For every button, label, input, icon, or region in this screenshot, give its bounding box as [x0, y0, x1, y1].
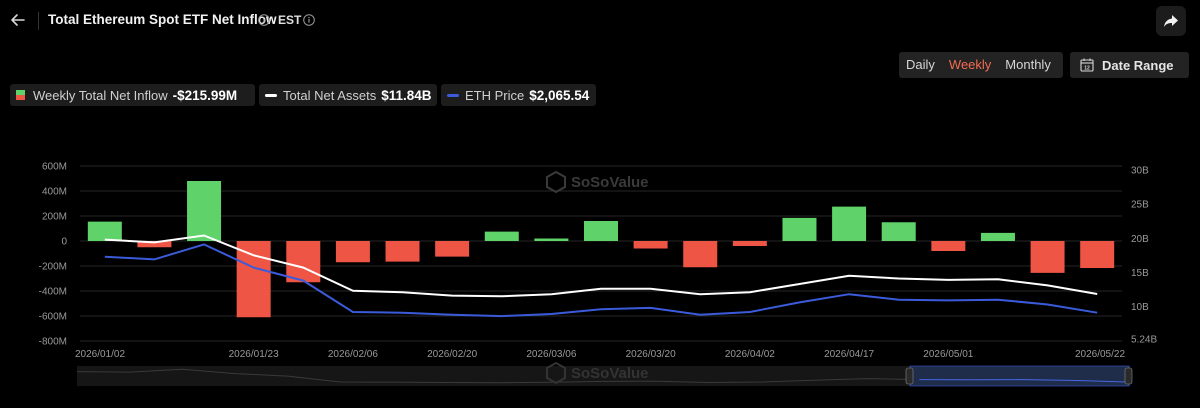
legend-label: Weekly Total Net Inflow — [33, 87, 168, 103]
navigator-window[interactable] — [909, 365, 1130, 387]
inflow-bars — [87, 181, 1115, 318]
y-tick-label-left: 400M — [42, 187, 67, 198]
y-tick-label-right: 5.24B — [1131, 335, 1157, 346]
inflow-bar — [1030, 241, 1065, 273]
inflow-bar — [980, 232, 1015, 241]
legend-value: $11.84B — [381, 87, 432, 103]
share-arrow-icon — [1164, 15, 1178, 27]
x-tick-label: 2026/05/01 — [923, 349, 973, 360]
inflow-bar — [584, 221, 618, 241]
inflow-bar — [931, 241, 966, 251]
inflow-bar — [87, 221, 122, 241]
inflow-bar — [286, 241, 321, 283]
navigator-right-handle[interactable] — [1124, 367, 1133, 385]
x-tick-label: 2026/01/23 — [229, 349, 279, 360]
inflow-bar — [385, 241, 420, 262]
x-tick-label: 2026/01/02 — [75, 349, 125, 360]
inflow-bar — [534, 238, 569, 241]
inflow-bar — [782, 217, 817, 241]
watermark-text: SoSoValue — [571, 174, 649, 191]
period-monthly[interactable]: Monthly — [998, 52, 1058, 78]
inflow-bar — [335, 241, 370, 263]
x-tick-label: 2026/04/02 — [725, 349, 775, 360]
timezone-info-icon[interactable] — [303, 14, 315, 26]
y-tick-label-right: 10B — [1131, 302, 1149, 313]
inflow-bar — [435, 241, 470, 257]
inflow-bar — [236, 241, 271, 318]
arrow-left-icon — [11, 14, 25, 26]
y-tick-label-left: 200M — [42, 212, 67, 223]
legend-label: Total Net Assets — [283, 87, 377, 103]
legend-eth-price[interactable]: ETH Price $2,065.54 — [441, 84, 596, 106]
grid-lines — [80, 165, 1122, 342]
x-tick-label: 2026/05/22 — [1075, 349, 1125, 360]
top-bar: Total Ethereum Spot ETF Net Inflow EST — [0, 0, 1200, 44]
y-tick-label-right: 20B — [1131, 234, 1149, 245]
calendar-icon: 12 — [1080, 58, 1094, 72]
y-tick-label-right: 15B — [1131, 268, 1149, 279]
bar-swatch-icon — [16, 90, 25, 100]
period-daily[interactable]: Daily — [899, 52, 942, 78]
timezone-label: EST — [278, 13, 302, 27]
legend-total-net-assets[interactable]: Total Net Assets $11.84B — [259, 84, 437, 106]
white-line-swatch-icon — [265, 93, 277, 97]
x-tick-label: 2026/04/17 — [824, 349, 874, 360]
back-button[interactable] — [8, 10, 28, 30]
header-divider — [38, 12, 39, 30]
inflow-bar — [732, 241, 767, 246]
inflow-chart: SoSoValue 600M 400M 200M 0 -200M -400M -600M -8… — [39, 162, 1157, 387]
y-tick-label-left: -800M — [39, 337, 67, 348]
y-tick-label-left: 0 — [61, 237, 67, 248]
y-tick-label-left: -600M — [39, 312, 67, 323]
inflow-bar — [832, 206, 867, 241]
legend-value: -$215.99M — [172, 87, 238, 103]
watermark: SoSoValue — [546, 170, 649, 194]
inflow-bar — [484, 231, 519, 241]
blue-line-swatch-icon — [447, 93, 459, 97]
y-axis-right: 30B 25B 20B 15B 10B 5.24B — [1131, 166, 1157, 346]
y-axis-left: 600M 400M 200M 0 -200M -400M -600M -800M — [39, 162, 68, 348]
page-title: Total Ethereum Spot ETF Net Inflow — [48, 12, 277, 27]
y-tick-label-right: 30B — [1131, 166, 1149, 177]
y-tick-label-left: -200M — [39, 262, 67, 273]
range-navigator[interactable]: SoSoValue — [76, 361, 1133, 387]
x-tick-label: 2026/03/06 — [526, 349, 576, 360]
date-range-button[interactable]: 12 Date Range — [1070, 52, 1189, 78]
x-tick-label: 2026/03/20 — [626, 349, 676, 360]
y-tick-label-left: 600M — [42, 162, 67, 173]
legend-net-inflow[interactable]: Weekly Total Net Inflow -$215.99M — [10, 84, 255, 106]
share-button[interactable] — [1156, 6, 1186, 36]
legend-label: ETH Price — [465, 87, 525, 103]
navigator-left-handle[interactable] — [905, 367, 914, 385]
inflow-bar — [633, 241, 668, 249]
x-axis: 2026/01/02 2026/01/23 2026/02/06 2026/02/20… — [75, 349, 1125, 360]
inflow-bar — [683, 241, 718, 268]
y-tick-label-right: 25B — [1131, 200, 1149, 211]
info-circle-icon[interactable] — [258, 14, 270, 26]
svg-text:12: 12 — [1084, 65, 1090, 71]
inflow-bar — [881, 222, 916, 241]
period-weekly[interactable]: Weekly — [942, 52, 998, 78]
period-selector: Daily Weekly Monthly — [899, 52, 1063, 78]
inflow-bar — [1080, 241, 1115, 268]
legend-value: $2,065.54 — [529, 87, 590, 103]
inflow-bar — [187, 181, 222, 241]
navigator-watermark-text: SoSoValue — [571, 365, 649, 382]
x-tick-label: 2026/02/06 — [328, 349, 378, 360]
date-range-label: Date Range — [1102, 57, 1174, 73]
x-tick-label: 2026/02/20 — [427, 349, 477, 360]
y-tick-label-left: -400M — [39, 287, 67, 298]
